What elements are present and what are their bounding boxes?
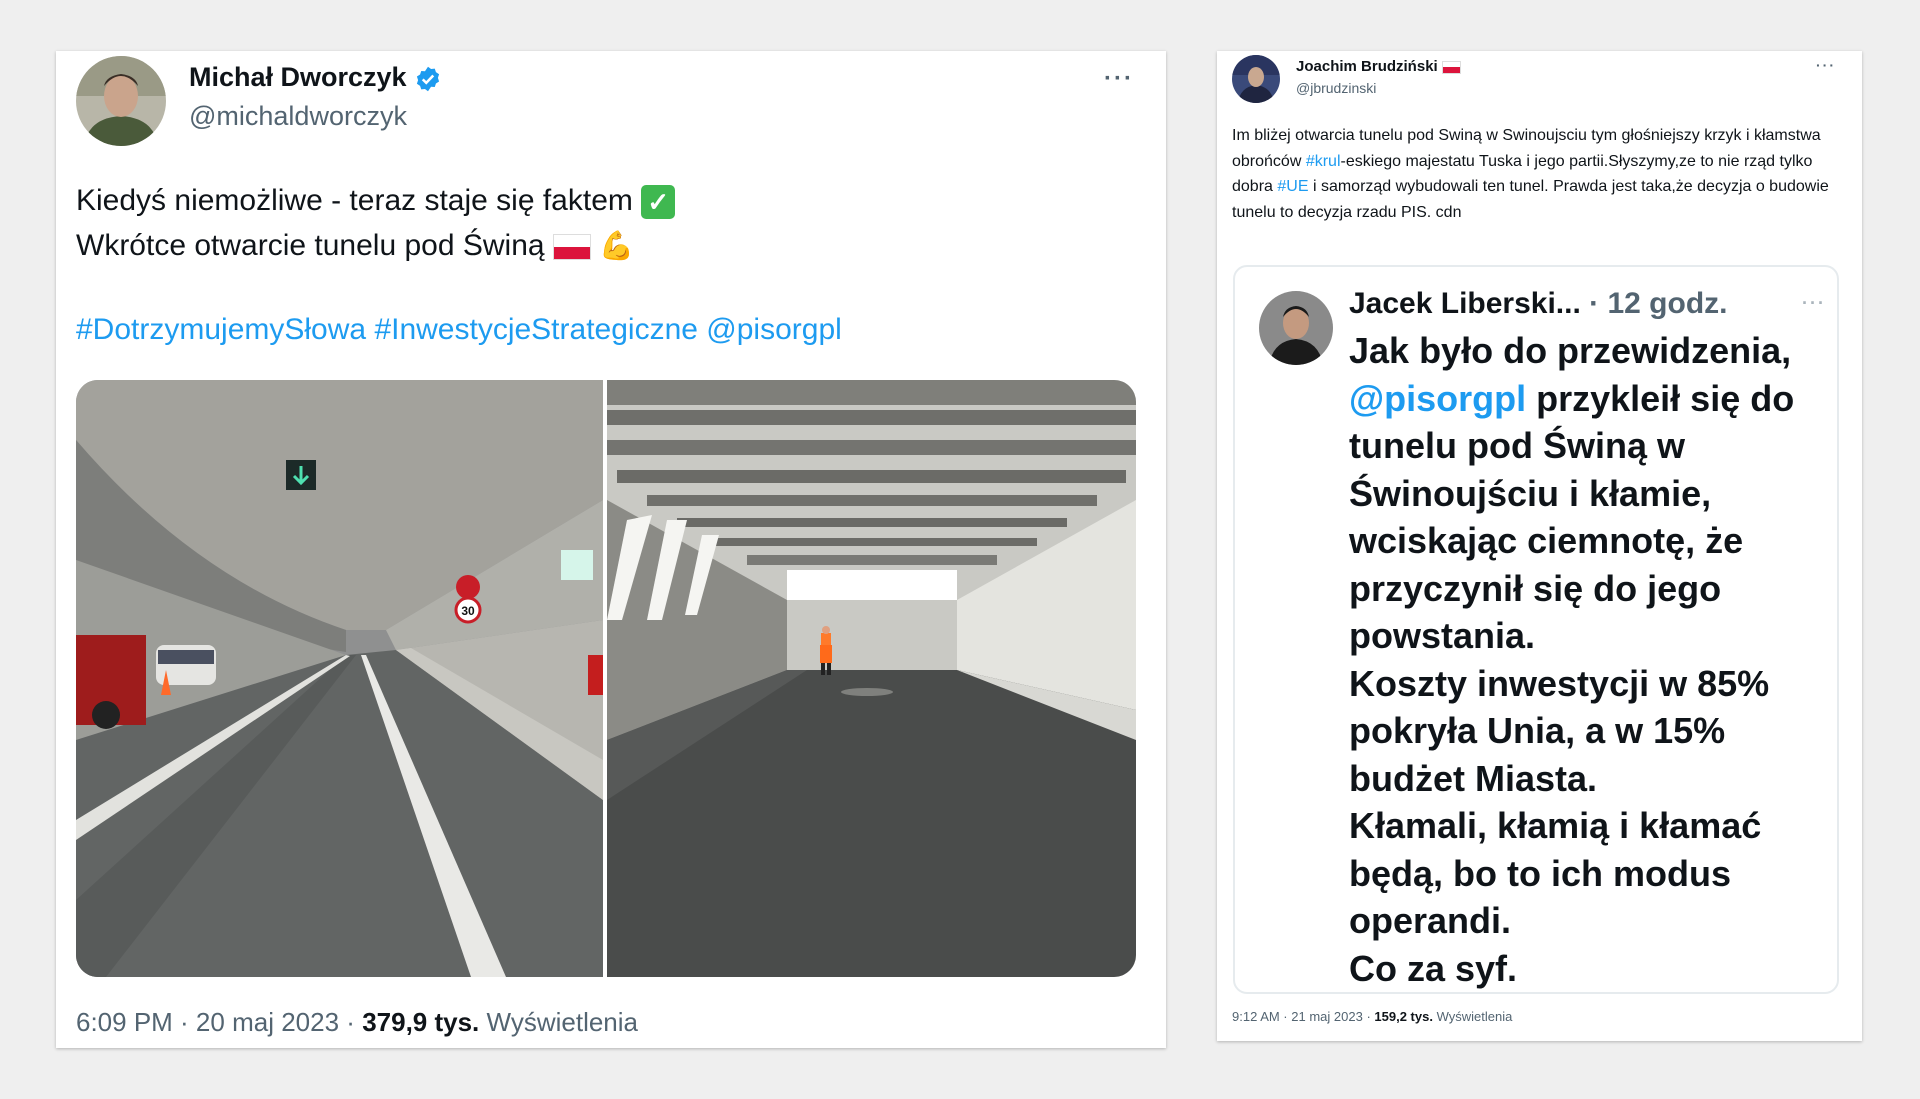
hashtag-inwestycje-strategiczne[interactable]: #InwestycjeStrategiczne xyxy=(374,313,698,346)
quoted-line-7: powstania. xyxy=(1349,615,1536,656)
quoted-line-3: tunelu pod Świną w xyxy=(1349,425,1685,466)
hashtags-line: #DotrzymujemySłowa #InwestycjeStrategicz… xyxy=(76,313,842,347)
tweet-card-brudzinski: Joachim Brudziński @jbrudzinski ··· Im b… xyxy=(1217,51,1862,1041)
avatar[interactable] xyxy=(1232,55,1280,103)
tweet-line-1-text: Kiedyś niemożliwe - teraz staje się fakt… xyxy=(76,184,633,217)
tweet-line-1: Kiedyś niemożliwe - teraz staje się fakt… xyxy=(76,178,676,223)
author-handle[interactable]: @jbrudzinski xyxy=(1296,80,1376,96)
quoted-line-9: pokryła Unia, a w 15% xyxy=(1349,710,1726,751)
tweet-timestamp[interactable]: 9:12 AM · 21 maj 2023 xyxy=(1232,1009,1363,1024)
tweet-card-dworczyk: Michał Dworczyk @michaldworczyk ··· Kied… xyxy=(56,51,1166,1048)
quoted-line-2: @pisorgpl przykleił się do xyxy=(1349,375,1794,423)
tunnel-photo-left[interactable]: 30 xyxy=(76,380,603,977)
views-count: 379,9 tys. xyxy=(362,1007,480,1037)
hashtag-dotrzymujemy-slowa[interactable]: #DotrzymujemySłowa xyxy=(76,313,366,346)
verified-badge-icon xyxy=(414,65,442,93)
poland-flag-icon xyxy=(1441,60,1461,74)
quoted-line-14: Co za syf. xyxy=(1349,947,1518,989)
quoted-line-1: Jak było do przewidzenia, xyxy=(1349,330,1792,371)
check-mark-emoji-icon: ✓ xyxy=(641,185,676,220)
tweet-media[interactable]: 30 xyxy=(76,380,1136,977)
avatar[interactable] xyxy=(76,56,166,146)
quoted-line-12: będą, bo to ich modus xyxy=(1349,852,1732,894)
quoted-line-11: Kłamali, kłamią i kłamać xyxy=(1349,805,1762,846)
speed-limit-sign-text: 30 xyxy=(461,604,475,618)
quoted-header: Jacek Liberski... · 12 godz. xyxy=(1349,287,1728,321)
quoted-line-4: Świnoujściu i kłamie, xyxy=(1349,472,1712,514)
poland-flag-icon xyxy=(552,234,591,261)
mention-pisorgpl[interactable]: @pisorgpl xyxy=(706,313,842,346)
tweet-line-2-text: Wkrótce otwarcie tunelu pod Świną xyxy=(76,229,545,262)
tweet-timestamp[interactable]: 6:09 PM · 20 maj 2023 xyxy=(76,1007,339,1037)
quoted-author-name: Jacek Liberski... xyxy=(1349,287,1581,320)
views-count: 159,2 tys. xyxy=(1374,1009,1433,1024)
views-label: Wyświetlenia xyxy=(486,1007,638,1037)
author-name-text: Michał Dworczyk xyxy=(189,62,407,92)
quoted-mention-pisorgpl: @pisorgpl xyxy=(1349,377,1527,419)
more-options-icon[interactable]: ··· xyxy=(1104,65,1134,93)
tweet-line-2: Wkrótce otwarcie tunelu pod Świną 💪 xyxy=(76,223,675,268)
quoted-text: Jak było do przewidzenia, @pisorgpl przy… xyxy=(1349,327,1794,992)
tweet-text: Kiedyś niemożliwe - teraz staje się fakt… xyxy=(76,178,676,268)
tweet-text-part-3: i samorząd wybudowali ten tunel. Prawda … xyxy=(1232,178,1829,221)
quoted-line-8: Koszty inwestycji w 85% xyxy=(1349,662,1770,704)
quoted-tweet-image[interactable]: Jacek Liberski... · 12 godz. ··· Jak był… xyxy=(1233,265,1839,994)
author-name[interactable]: Michał Dworczyk xyxy=(189,62,442,93)
hashtag-krul[interactable]: #krul xyxy=(1306,153,1341,170)
quoted-line-13: operandi. xyxy=(1349,900,1512,941)
quoted-line-2-rest: przykleił się do xyxy=(1526,377,1795,419)
hashtag-ue[interactable]: #UE xyxy=(1277,178,1308,195)
tweet-meta: 9:12 AM · 21 maj 2023 · 159,2 tys. Wyświ… xyxy=(1232,1009,1512,1024)
author-handle[interactable]: @michaldworczyk xyxy=(189,101,407,132)
quoted-more-icon: ··· xyxy=(1802,293,1826,313)
meta-separator: · xyxy=(346,1007,355,1037)
author-name-text: Joachim Brudziński xyxy=(1296,58,1438,75)
author-name[interactable]: Joachim Brudziński xyxy=(1296,58,1461,75)
tunnel-photo-right[interactable] xyxy=(607,380,1136,977)
tweet-meta: 6:09 PM · 20 maj 2023 · 379,9 tys. Wyświ… xyxy=(76,1007,638,1038)
quoted-line-10: budżet Miasta. xyxy=(1349,757,1598,799)
quoted-line-5: wciskając ciemnotę, że xyxy=(1349,520,1744,561)
views-label: Wyświetlenia xyxy=(1436,1009,1513,1024)
meta-separator: · xyxy=(1366,1009,1371,1024)
tweet-text: Im bliżej otwarcia tunelu pod Swiną w Sw… xyxy=(1232,123,1832,225)
flexed-biceps-emoji-icon: 💪 xyxy=(599,230,635,261)
quoted-avatar xyxy=(1259,291,1333,365)
more-options-icon[interactable]: ··· xyxy=(1816,57,1836,73)
quoted-line-6: przyczynił się do jego xyxy=(1349,567,1722,609)
quoted-time: · 12 godz. xyxy=(1589,287,1728,320)
